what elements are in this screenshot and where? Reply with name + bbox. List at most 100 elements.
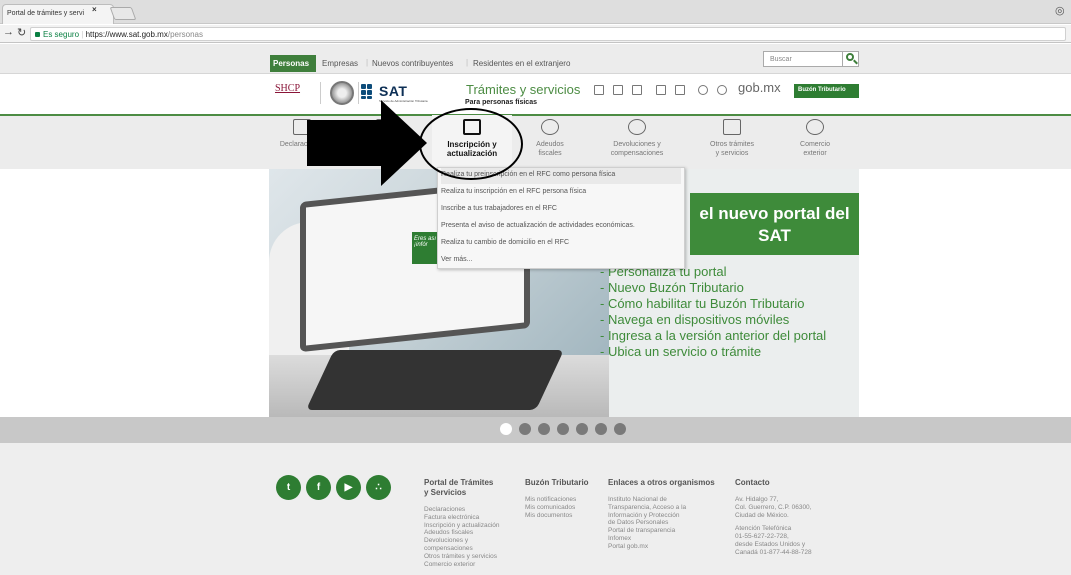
footer-link[interactable]: Factura electrónica [424, 514, 500, 522]
annotation-circle [419, 108, 523, 180]
carousel-dot[interactable] [576, 423, 588, 435]
new-tab-button[interactable] [109, 7, 137, 20]
refunds-icon [628, 119, 646, 135]
dropdown-item[interactable]: Inscribe a tus trabajadores en el RFC [441, 202, 681, 218]
contact-phone[interactable]: 01-55-627-22-728, [735, 533, 812, 541]
search-input[interactable]: Buscar [763, 51, 843, 67]
registration-dropdown-menu: Realiza tu preinscripción en el RFC como… [437, 167, 685, 269]
footer-link[interactable]: Mis notificaciones [525, 496, 576, 504]
carousel-dot[interactable] [519, 423, 531, 435]
contact-phone[interactable]: Canadá 01-877-44-88-728 [735, 549, 812, 557]
carousel-bar [0, 417, 1071, 443]
nav-residentes-extranjero[interactable]: Residentes en el extranjero [473, 59, 570, 68]
service-label: Devoluciones y compensaciones [610, 141, 664, 157]
dropdown-item-ver-mas[interactable]: Ver más... [441, 253, 681, 269]
footer-link[interactable]: Mis comunicados [525, 504, 576, 512]
service-comercio-exterior[interactable]: Comercio exterior [782, 115, 848, 167]
carousel-dot[interactable] [595, 423, 607, 435]
carousel-dot[interactable] [538, 423, 550, 435]
footer-col1-title[interactable]: Portal de Trámites y Servicios [424, 478, 493, 498]
footer-link[interactable]: Inscripción y actualización [424, 522, 500, 530]
twitter-icon[interactable]: t [276, 475, 301, 500]
contact-line: desde Estados Unidos y [735, 540, 806, 548]
footer-link[interactable]: Comercio exterior [424, 561, 500, 569]
youtube-icon[interactable]: ▶ [336, 475, 361, 500]
footer-col3-list: Instituto Nacional de Transparencia, Acc… [608, 496, 686, 551]
dropdown-item[interactable]: Presenta el aviso de actualización de ac… [441, 219, 681, 235]
footer-col3-title: Enlaces a otros organismos [608, 478, 715, 487]
buzon-tributario-button[interactable]: Buzón Tributario [794, 84, 859, 98]
section-subtitle: Para personas físicas [465, 99, 537, 106]
footer-link[interactable]: Otros trámites y servicios [424, 553, 500, 561]
other-services-icon [723, 119, 741, 135]
footer-link[interactable]: Infomex [608, 535, 686, 543]
dropdown-item[interactable]: Realiza tu inscripción en el RFC persona… [441, 185, 681, 201]
hero-screen-text: Eres ası ¡infór [414, 236, 437, 248]
footer-link[interactable]: Portal gob.mx [608, 543, 686, 551]
footer-col2-title[interactable]: Buzón Tributario [525, 478, 589, 488]
service-adeudos-fiscales[interactable]: Adeudos fiscales [518, 115, 582, 167]
footer-col1-list: Declaraciones Factura electrónica Inscri… [424, 506, 500, 568]
shcp-logo-subtext [275, 96, 315, 102]
hero-bullet[interactable]: - Ingresa a la versión anterior del port… [600, 328, 826, 344]
nav-empresas[interactable]: Empresas [322, 59, 358, 68]
document-icon[interactable] [613, 85, 623, 95]
hero-headline: el nuevo portal del SAT [699, 204, 850, 245]
hero-bullet[interactable]: - Nuevo Buzón Tributario [600, 280, 826, 296]
footer-link[interactable]: Información y Protección [608, 512, 686, 520]
sitemap-icon[interactable]: ∴ [366, 475, 391, 500]
footer-col2-list: Mis notificaciones Mis comunicados Mis d… [525, 496, 576, 519]
hero-bullet[interactable]: - Cómo habilitar tu Buzón Tributario [600, 296, 826, 312]
sat-logo[interactable]: SAT [379, 83, 407, 99]
footer-link[interactable]: Mis documentos [525, 512, 576, 520]
service-otros-tramites[interactable]: Otros trámites y servicios [690, 115, 774, 167]
browser-tab-strip [0, 0, 1071, 24]
annotation-arrow-shaft [307, 120, 381, 166]
logo-divider [320, 82, 321, 104]
hero-bullet[interactable]: - Navega en dispositivos móviles [600, 312, 826, 328]
nav-nuevos-contribuyentes[interactable]: Nuevos contribuyentes [372, 59, 453, 68]
mail-icon[interactable] [675, 85, 685, 95]
shcp-logo[interactable]: SHCP [275, 83, 300, 94]
nav-separator: | [366, 58, 369, 67]
carousel-dot[interactable] [614, 423, 626, 435]
browser-tab[interactable]: Portal de trámites y servi [2, 4, 114, 24]
tab-close-icon[interactable]: × [92, 5, 97, 14]
hero-bullet-list: - Personaliza tu portal - Nuevo Buzón Tr… [600, 264, 826, 360]
reload-icon[interactable]: ↻ [17, 26, 26, 39]
service-devoluciones[interactable]: Devoluciones y compensaciones [592, 115, 682, 167]
calendar-icon[interactable] [632, 85, 642, 95]
footer-link[interactable]: de Datos Personales [608, 519, 686, 527]
hero-bullet[interactable]: - Ubica un servicio o trámite [600, 344, 826, 360]
carousel-dot[interactable] [557, 423, 569, 435]
home-icon[interactable] [594, 85, 604, 95]
footer-link[interactable]: Portal de transparencia [608, 527, 686, 535]
footer-link[interactable]: Adeudos fiscales [424, 529, 500, 537]
gobmx-link[interactable]: gob.mx [738, 80, 781, 95]
contact-line: Ciudad de México. [735, 511, 789, 519]
footer-contact-info: Av. Hidalgo 77, Col. Guerrero, C.P. 0630… [735, 496, 812, 557]
national-seal-logo [330, 81, 354, 105]
back-icon[interactable]: → [3, 26, 14, 38]
compass-icon[interactable] [698, 85, 708, 95]
foreign-trade-icon [806, 119, 824, 135]
secure-label: Es seguro [43, 30, 80, 39]
footer-link[interactable]: Declaraciones [424, 506, 500, 514]
section-title: Trámites y servicios [466, 82, 581, 97]
carousel-dot[interactable] [500, 423, 512, 435]
footer-link[interactable]: Instituto Nacional de [608, 496, 686, 504]
nav-personas[interactable]: Personas [270, 55, 316, 72]
profile-icon[interactable]: ◎ [1055, 4, 1065, 17]
footer-link[interactable]: Devoluciones y [424, 537, 500, 545]
contact-line: Atención Telefónica [735, 525, 792, 533]
book-icon[interactable] [656, 85, 666, 95]
help-icon[interactable] [717, 85, 727, 95]
service-label: Otros trámites y servicios [710, 141, 754, 157]
dropdown-item[interactable]: Realiza tu cambio de domicilio en el RFC [441, 236, 681, 252]
url-input[interactable]: Es seguro | https://www.sat.gob.mx/perso… [30, 27, 1066, 41]
footer-link[interactable]: Transparencia, Acceso a la [608, 504, 686, 512]
hero-keyboard [306, 350, 564, 410]
footer-link[interactable]: compensaciones [424, 545, 500, 553]
facebook-icon[interactable]: f [306, 475, 331, 500]
annotation-arrow-icon [381, 100, 427, 186]
